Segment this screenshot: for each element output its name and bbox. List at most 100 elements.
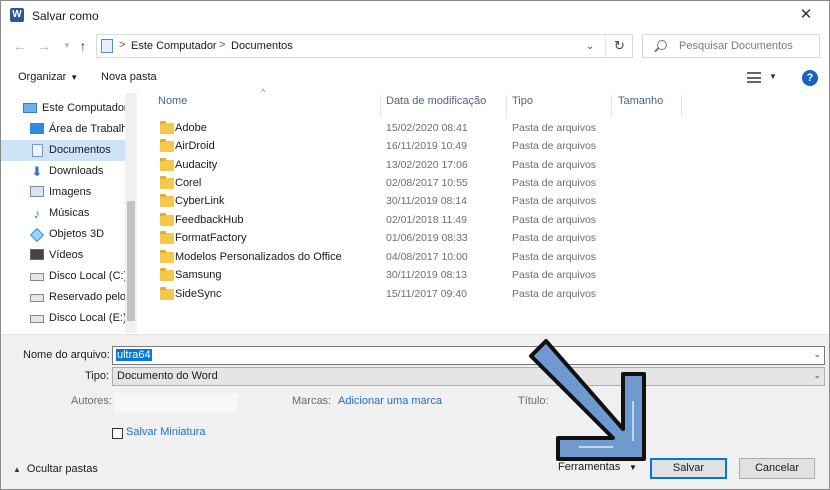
images-icon (30, 186, 44, 197)
file-row[interactable]: FeedbackHub 02/01/2018 11:49 Pasta de ar… (138, 212, 618, 230)
sidebar-item-label: Documentos (49, 144, 111, 156)
sidebar-item-music[interactable]: ♪ Músicas (1, 203, 125, 224)
column-divider[interactable] (611, 95, 612, 117)
file-name: Adobe (175, 122, 207, 134)
file-row[interactable]: FormatFactory 01/06/2019 08:33 Pasta de … (138, 230, 618, 248)
address-dropdown-icon[interactable]: ⌄ (580, 38, 600, 56)
sidebar-scrollbar[interactable] (125, 93, 137, 333)
column-divider[interactable] (681, 95, 682, 117)
file-row[interactable]: SideSync 15/11/2017 09:40 Pasta de arqui… (138, 286, 618, 304)
file-name: Modelos Personalizados do Office (175, 251, 342, 263)
cancel-button[interactable]: Cancelar (739, 458, 815, 479)
type-label: Tipo: (85, 370, 110, 382)
file-type: Pasta de arquivos (512, 195, 597, 207)
desktop-icon (30, 123, 44, 134)
breadcrumb-documents[interactable]: Documentos (231, 40, 293, 52)
download-icon: ⬇ (31, 164, 43, 179)
title-bar: W Salvar como ✕ (1, 1, 829, 29)
column-header-type[interactable]: Tipo (512, 95, 533, 107)
save-thumbnail-checkbox[interactable] (112, 428, 123, 439)
breadcrumb-this-pc[interactable]: Este Computador (131, 40, 217, 52)
hide-folders-button[interactable]: ▲ Ocultar pastas (13, 463, 98, 475)
command-toolbar: Organizar ▼ Nova pasta ▼ ? (1, 64, 829, 92)
sidebar-item-drive-c[interactable]: Disco Local (C:) (1, 266, 125, 287)
file-date: 16/11/2019 10:49 (386, 140, 467, 152)
navigation-pane: Este Computador Área de Trabalho Documen… (1, 93, 137, 333)
file-row[interactable]: Samsung 30/11/2019 08:13 Pasta de arquiv… (138, 267, 618, 285)
filename-value: ultra64 (116, 349, 152, 361)
file-name: Audacity (175, 159, 218, 171)
sidebar-item-label: Reservado pelo S (49, 291, 125, 303)
save-thumbnail-label[interactable]: Salvar Miniatura (126, 426, 205, 438)
authors-field[interactable] (114, 393, 237, 413)
forward-arrow-icon[interactable]: → (34, 36, 54, 56)
file-date: 30/11/2019 08:13 (386, 269, 467, 281)
add-tag-link[interactable]: Adicionar uma marca (338, 395, 442, 407)
file-type: Pasta de arquivos (512, 177, 597, 189)
folder-icon (160, 213, 174, 226)
music-icon: ♪ (33, 206, 41, 221)
organize-button[interactable]: Organizar ▼ (18, 71, 78, 83)
file-type-select[interactable]: Documento do Word ⌄ (112, 367, 825, 386)
refresh-icon[interactable]: ↻ (605, 35, 633, 57)
folder-icon (160, 250, 174, 263)
view-options-icon[interactable] (747, 72, 761, 83)
column-header-name[interactable]: Nome (158, 95, 187, 107)
sidebar-item-drive-e[interactable]: Disco Local (E:) (1, 308, 125, 329)
sidebar-item-images[interactable]: Imagens (1, 182, 125, 203)
file-name: FormatFactory (175, 232, 247, 244)
sidebar-item-documents[interactable]: Documentos (1, 140, 125, 161)
file-row[interactable]: Audacity 13/02/2020 17:06 Pasta de arqui… (138, 157, 618, 175)
computer-icon (23, 103, 37, 113)
folder-icon (160, 176, 174, 189)
filename-label: Nome do arquivo: (23, 349, 110, 361)
filename-field[interactable]: ultra64 ⌄ (112, 346, 825, 365)
back-arrow-icon[interactable]: ← (10, 36, 30, 56)
file-row[interactable]: AirDroid 16/11/2019 10:49 Pasta de arqui… (138, 138, 618, 156)
file-row[interactable]: Modelos Personalizados do Office 04/08/2… (138, 249, 618, 267)
save-options-panel: Nome do arquivo: ultra64 ⌄ Tipo: Documen… (1, 334, 829, 489)
sidebar-item-desktop[interactable]: Área de Trabalho (1, 119, 125, 140)
view-chevron-down-icon[interactable]: ▼ (769, 72, 777, 81)
tools-button[interactable]: Ferramentas (558, 461, 620, 473)
sidebar-item-videos[interactable]: Vídeos (1, 245, 125, 266)
tools-chevron-down-icon[interactable]: ▼ (629, 463, 637, 472)
column-header-size[interactable]: Tamanho (618, 95, 663, 107)
save-button[interactable]: Salvar (650, 458, 727, 479)
address-bar[interactable]: > Este Computador > Documentos ⌄ ↻ (96, 34, 633, 58)
search-input[interactable]: Pesquisar Documentos (642, 34, 820, 58)
close-button[interactable]: ✕ (783, 1, 829, 29)
file-type: Pasta de arquivos (512, 214, 597, 226)
column-divider[interactable] (506, 95, 507, 117)
location-icon (101, 39, 113, 53)
sidebar-item-this-pc[interactable]: Este Computador (1, 98, 125, 119)
scrollbar-thumb[interactable] (127, 201, 135, 321)
sidebar-item-3d-objects[interactable]: Objetos 3D (1, 224, 125, 245)
3d-objects-icon (29, 227, 45, 243)
sidebar-item-downloads[interactable]: ⬇ Downloads (1, 161, 125, 182)
file-type-value: Documento do Word (117, 370, 218, 382)
hide-folders-label: Ocultar pastas (26, 463, 98, 475)
column-header-date[interactable]: Data de modificação (386, 95, 486, 107)
documents-icon (32, 144, 43, 157)
folder-icon (160, 268, 174, 281)
sidebar-item-system-reserved[interactable]: Reservado pelo S (1, 287, 125, 308)
column-divider[interactable] (380, 95, 381, 117)
file-row[interactable]: Adobe 15/02/2020 08:41 Pasta de arquivos (138, 120, 618, 138)
videos-icon (30, 249, 44, 260)
authors-label: Autores: (71, 395, 112, 407)
file-name: Corel (175, 177, 202, 189)
sidebar-item-label: Imagens (49, 186, 92, 198)
file-row[interactable]: Corel 02/08/2017 10:55 Pasta de arquivos (138, 175, 618, 193)
help-icon[interactable]: ? (802, 70, 818, 86)
file-type: Pasta de arquivos (512, 269, 597, 281)
file-row[interactable]: CyberLink 30/11/2019 08:14 Pasta de arqu… (138, 193, 618, 211)
chevron-down-icon[interactable]: ⌄ (813, 349, 821, 360)
file-type: Pasta de arquivos (512, 288, 597, 300)
sidebar-item-label: Vídeos (49, 249, 84, 261)
word-icon: W (10, 8, 24, 22)
sidebar-item-label: Este Computador (42, 102, 125, 114)
up-arrow-icon[interactable]: ↑ (73, 36, 93, 56)
file-name: CyberLink (175, 195, 225, 207)
new-folder-button[interactable]: Nova pasta (101, 71, 157, 83)
